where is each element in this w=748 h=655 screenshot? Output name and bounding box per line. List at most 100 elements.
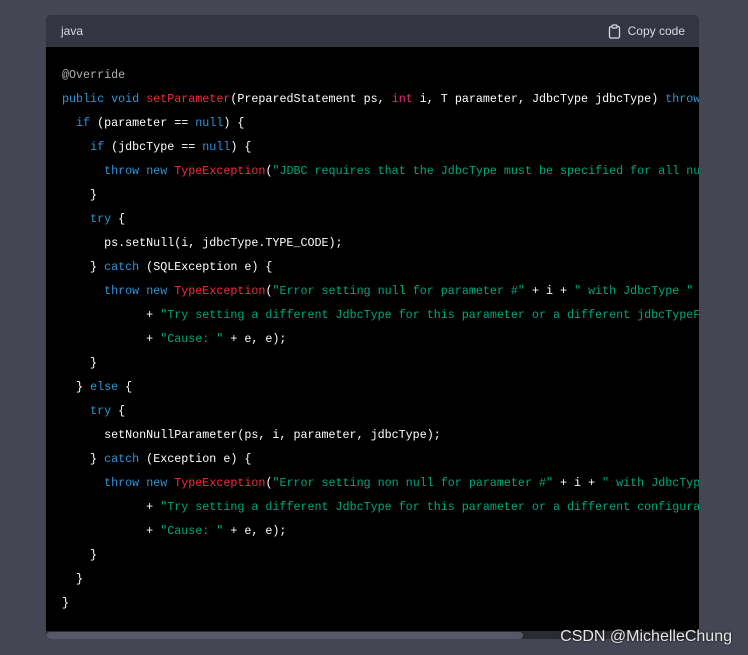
code-text: +	[62, 308, 161, 322]
string-token: "Error setting null for parameter #"	[272, 284, 525, 298]
code-text: + i +	[524, 284, 575, 298]
code-block: java Copy code @Override public void setP…	[46, 15, 699, 639]
code-text: ) {	[223, 116, 245, 130]
string-token: " with JdbcType "	[602, 476, 699, 490]
scrollbar-thumb[interactable]	[46, 632, 523, 639]
string-token: "Try setting a different JdbcType for th…	[160, 500, 699, 514]
copy-code-button[interactable]: Copy code	[608, 23, 685, 39]
code-line: @Override	[46, 63, 699, 87]
code-text: + e, e);	[223, 524, 287, 538]
code-line: throw new TypeException("Error setting n…	[46, 471, 699, 495]
keyword-token: catch	[104, 260, 140, 274]
code-line: }	[46, 591, 699, 615]
code-line: }	[46, 183, 699, 207]
keyword-token: throw	[104, 284, 140, 298]
code-text: + e, e);	[223, 332, 287, 346]
copy-code-label: Copy code	[627, 24, 685, 38]
function-token: setParameter	[146, 92, 231, 106]
keyword-token: null	[202, 140, 231, 154]
language-label: java	[61, 24, 84, 38]
code-text: {	[111, 404, 126, 418]
code-text: +	[62, 332, 161, 346]
keyword-token: throw	[104, 476, 140, 490]
clipboard-icon	[608, 23, 621, 39]
code-block-header: java Copy code	[46, 15, 699, 47]
keyword-token: public	[62, 92, 105, 106]
string-token: "Cause: "	[160, 524, 224, 538]
code-text: setNonNullParameter(ps, i, parameter, jd…	[62, 428, 441, 442]
keyword-token: catch	[104, 452, 140, 466]
code-text: }	[62, 452, 105, 466]
code-text: {	[111, 212, 126, 226]
keyword-token: new	[146, 476, 168, 490]
code-line: } else {	[46, 375, 699, 399]
keyword-token: throw	[104, 164, 140, 178]
keyword-token: else	[90, 380, 119, 394]
keyword-token: null	[195, 116, 224, 130]
string-token: "Error setting non null for parameter #"	[272, 476, 553, 490]
keyword-token: void	[111, 92, 140, 106]
code-text: ps.setNull(i, jdbcType.TYPE_CODE);	[62, 236, 343, 250]
code-line: public void setParameter(PreparedStateme…	[46, 87, 699, 111]
code-line: }	[46, 351, 699, 375]
code-line: }	[46, 567, 699, 591]
keyword-token: new	[146, 284, 168, 298]
code-text: }	[62, 596, 70, 610]
string-token: " with JdbcType "	[574, 284, 694, 298]
string-token: "Cause: "	[160, 332, 224, 346]
code-line: + "Try setting a different JdbcType for …	[46, 303, 699, 327]
function-token: TypeException	[174, 476, 266, 490]
code-line: try {	[46, 399, 699, 423]
keyword-token: throws	[665, 92, 699, 106]
code-text: +	[62, 500, 161, 514]
code-text: ) {	[230, 140, 252, 154]
code-line: ps.setNull(i, jdbcType.TYPE_CODE);	[46, 231, 699, 255]
code-text: (parameter ==	[90, 116, 196, 130]
code-line: if (parameter == null) {	[46, 111, 699, 135]
code-text: }	[62, 188, 98, 202]
code-text: (Exception e) {	[139, 452, 252, 466]
code-text: }	[62, 260, 105, 274]
primitive-token: int	[391, 92, 413, 106]
code-content: @Override public void setParameter(Prepar…	[46, 47, 699, 631]
function-token: TypeException	[174, 164, 266, 178]
code-text: }	[62, 572, 84, 586]
code-text: (SQLException e) {	[139, 260, 273, 274]
code-text: }	[62, 548, 98, 562]
code-line: if (jdbcType == null) {	[46, 135, 699, 159]
watermark: CSDN @MichelleChung	[560, 628, 732, 645]
code-text: (jdbcType ==	[104, 140, 203, 154]
code-text: i, T parameter, JdbcType jdbcType)	[412, 92, 666, 106]
keyword-token: if	[76, 116, 91, 130]
code-text: }	[62, 356, 98, 370]
code-text: + jdbcType +	[693, 284, 699, 298]
code-line: throw new TypeException("Error setting n…	[46, 279, 699, 303]
code-line: + "Cause: " + e, e);	[46, 327, 699, 351]
code-text: +	[62, 524, 161, 538]
keyword-token: try	[90, 212, 112, 226]
code-text: + i +	[553, 476, 603, 490]
code-line: + "Cause: " + e, e);	[46, 519, 699, 543]
string-token: "JDBC requires that the JdbcType must be…	[272, 164, 699, 178]
code-line: throw new TypeException("JDBC requires t…	[46, 159, 699, 183]
string-token: "Try setting a different JdbcType for th…	[160, 308, 699, 322]
function-token: TypeException	[174, 284, 266, 298]
keyword-token: new	[146, 164, 168, 178]
code-line: } catch (SQLException e) {	[46, 255, 699, 279]
code-line: try {	[46, 207, 699, 231]
code-line: setNonNullParameter(ps, i, parameter, jd…	[46, 423, 699, 447]
code-text: (PreparedStatement ps,	[230, 92, 392, 106]
keyword-token: try	[90, 404, 112, 418]
code-text: }	[62, 380, 91, 394]
code-line: + "Try setting a different JdbcType for …	[46, 495, 699, 519]
code-text: {	[118, 380, 133, 394]
code-line: }	[46, 543, 699, 567]
keyword-token: if	[90, 140, 105, 154]
code-line: } catch (Exception e) {	[46, 447, 699, 471]
